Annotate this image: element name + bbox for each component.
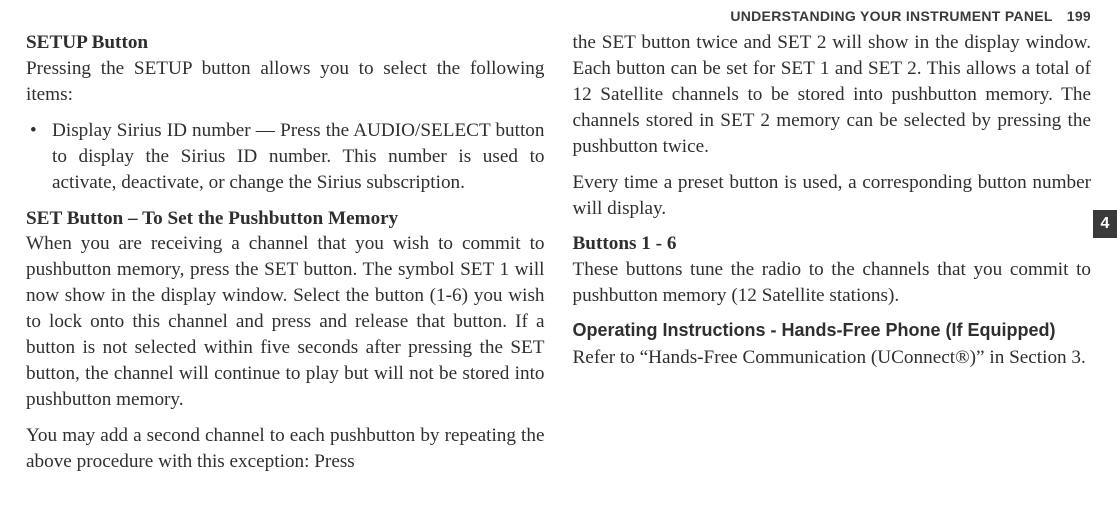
page-header: UNDERSTANDING YOUR INSTRUMENT PANEL 199 (26, 8, 1091, 24)
handsfree-heading: Operating Instructions - Hands-Free Phon… (573, 319, 1092, 342)
manual-page: UNDERSTANDING YOUR INSTRUMENT PANEL 199 … (0, 0, 1117, 520)
buttons-body: These buttons tune the radio to the chan… (573, 259, 1092, 306)
preset-note: Every time a preset button is used, a co… (573, 170, 1092, 222)
list-item: Display Sirius ID number — Press the AUD… (30, 118, 545, 196)
buttons-heading: Buttons 1 - 6 (573, 233, 677, 254)
section-title: UNDERSTANDING YOUR INSTRUMENT PANEL (730, 8, 1052, 24)
right-column: the SET button twice and SET 2 will show… (573, 30, 1092, 485)
setup-intro: Pressing the SETUP button allows you to … (26, 58, 544, 105)
set-button-block: SET Button – To Set the Pushbutton Memor… (26, 206, 545, 413)
setup-heading: SETUP Button (26, 32, 148, 53)
set-continued: the SET button twice and SET 2 will show… (573, 30, 1092, 160)
setup-list: Display Sirius ID number — Press the AUD… (26, 118, 545, 196)
section-tab: 4 (1093, 210, 1117, 238)
set-heading: SET Button – To Set the Pushbutton Memor… (26, 208, 398, 229)
set-body-2: You may add a second channel to each pus… (26, 423, 545, 475)
left-column: SETUP Button Pressing the SETUP button a… (26, 30, 545, 485)
page-number: 199 (1067, 8, 1091, 24)
handsfree-body: Refer to “Hands-Free Communication (UCon… (573, 345, 1092, 371)
buttons-block: Buttons 1 - 6 These buttons tune the rad… (573, 231, 1092, 309)
content-columns: SETUP Button Pressing the SETUP button a… (26, 30, 1091, 485)
set-body-1: When you are receiving a channel that yo… (26, 233, 545, 410)
setup-heading-block: SETUP Button Pressing the SETUP button a… (26, 30, 545, 108)
